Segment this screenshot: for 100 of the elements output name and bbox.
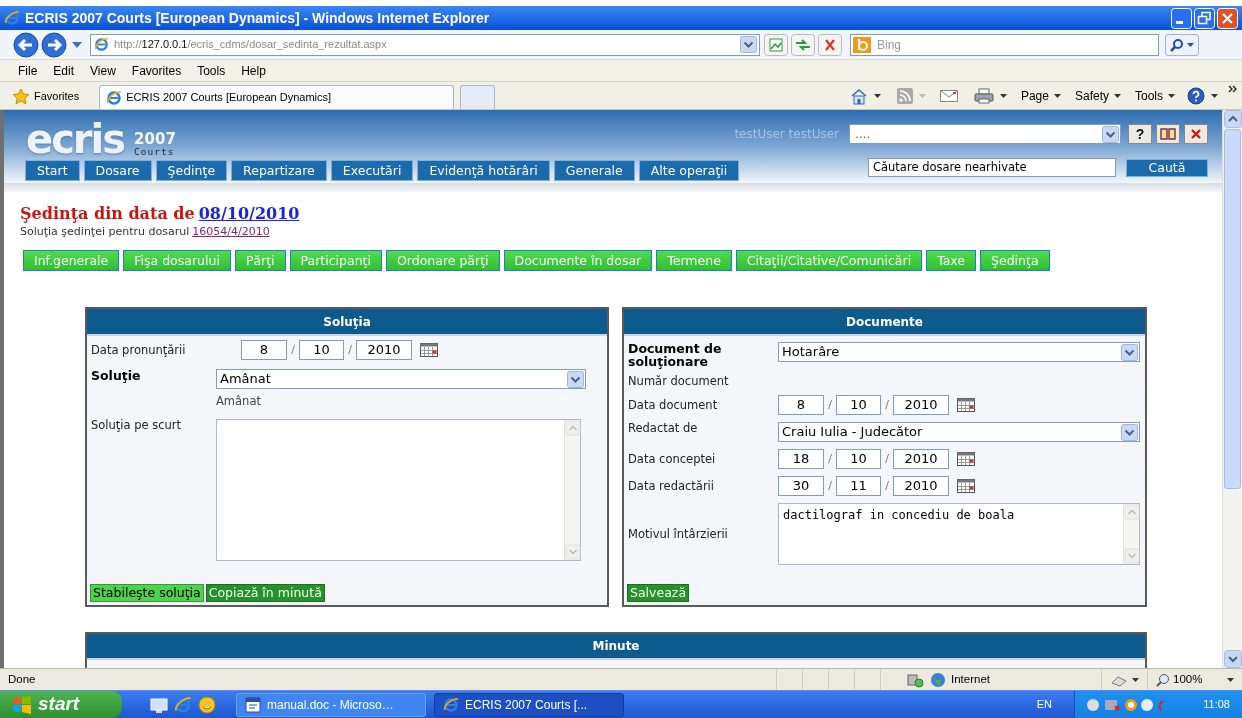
- compatibility-icon[interactable]: [764, 33, 788, 56]
- scroll-thumb[interactable]: [1224, 129, 1241, 489]
- stop-icon[interactable]: [818, 33, 842, 56]
- address-field[interactable]: http://127.0.0.1/ecris_cdms/dosar_sedinta_rezultat.aspx: [90, 33, 760, 56]
- chevron-down-icon[interactable]: [1121, 423, 1138, 441]
- chevron-down-icon[interactable]: [1121, 343, 1138, 361]
- command-button[interactable]: Tools: [1135, 87, 1175, 105]
- caret-icon[interactable]: [873, 94, 881, 98]
- zoom-icon: [1156, 672, 1170, 687]
- chevron-down-icon[interactable]: [567, 370, 584, 388]
- month-field[interactable]: 10: [836, 395, 881, 415]
- caret-icon[interactable]: [1114, 94, 1121, 98]
- scroll-down-icon[interactable]: [1223, 650, 1242, 668]
- browser-tab[interactable]: ECRIS 2007 Courts [European Dynamics]: [99, 85, 455, 109]
- search-field[interactable]: Căutare dosare nearhivate: [868, 158, 1116, 177]
- calendar-icon[interactable]: [957, 398, 975, 412]
- windows-flag-icon: [12, 695, 32, 714]
- calendar-icon[interactable]: [957, 479, 975, 493]
- nav-tab[interactable]: Generale: [553, 160, 635, 181]
- menu-item[interactable]: Tools: [189, 61, 234, 80]
- year-field[interactable]: 2010: [893, 476, 949, 496]
- double-chevron-icon[interactable]: [1228, 85, 1238, 93]
- language-indicator[interactable]: EN: [1036, 696, 1052, 713]
- action-button[interactable]: Salvează: [627, 584, 690, 602]
- year-field[interactable]: 2010: [893, 449, 949, 469]
- print-icon[interactable]: [973, 88, 994, 104]
- restore-icon[interactable]: [1194, 7, 1215, 29]
- mail-icon[interactable]: [939, 90, 958, 102]
- taskbar-button[interactable]: ECRIS 2007 Courts [...: [434, 692, 624, 717]
- day-field[interactable]: 30: [778, 476, 824, 496]
- field-label: Data pronunţării: [91, 343, 187, 357]
- globe-icon: [930, 671, 946, 688]
- day-field[interactable]: 18: [778, 449, 824, 469]
- desktop-icon[interactable]: [150, 695, 168, 714]
- month-field[interactable]: 10: [299, 340, 344, 360]
- refresh-icon[interactable]: [791, 33, 815, 56]
- caret-icon[interactable]: [1168, 94, 1175, 98]
- date-link[interactable]: 08/10/2010: [198, 202, 300, 226]
- command-button[interactable]: Safety: [1074, 87, 1121, 105]
- menu-item[interactable]: Edit: [45, 61, 83, 80]
- browser-icon[interactable]: [174, 695, 192, 714]
- taskbar-button[interactable]: manual.doc - Microso…: [236, 692, 426, 717]
- nav-tab[interactable]: Evidenţă hotărâri: [417, 160, 550, 181]
- select-field[interactable]: Craiu Iulia - Judecător: [778, 422, 1140, 442]
- case-link[interactable]: 16054/4/2010: [192, 223, 270, 241]
- field-label: Document de soluţionare: [628, 342, 723, 368]
- caret-icon[interactable]: [1053, 94, 1061, 98]
- field-label: Motivul întârzierii: [628, 527, 729, 541]
- caret-icon[interactable]: [1187, 42, 1194, 47]
- browser-icon: [4, 10, 20, 26]
- year-field[interactable]: 2010: [893, 395, 949, 415]
- day-field[interactable]: 8: [241, 340, 287, 360]
- month-field[interactable]: 10: [836, 449, 881, 469]
- action-button[interactable]: Stabileşte soluţia: [90, 584, 204, 602]
- search-button[interactable]: [1165, 33, 1199, 56]
- year-field[interactable]: 2010: [356, 340, 412, 360]
- browser-icon: [94, 37, 109, 52]
- browser-icon: [106, 89, 123, 106]
- logo-year: 2007: [134, 131, 176, 147]
- nav-tab[interactable]: Dosare: [83, 160, 152, 181]
- help-icon[interactable]: [1187, 87, 1205, 105]
- scroll-up-icon[interactable]: [1223, 110, 1242, 128]
- chevron-down-icon[interactable]: [1102, 125, 1119, 143]
- caret-icon[interactable]: [999, 94, 1007, 98]
- scrollbar[interactable]: [1222, 110, 1242, 668]
- nav-tab[interactable]: Repartizare: [231, 160, 327, 181]
- menu-item[interactable]: Help: [233, 61, 274, 80]
- field-label: Soluţie: [91, 369, 142, 382]
- nav-tab[interactable]: Executări: [330, 160, 414, 181]
- caret-icon[interactable]: [1132, 677, 1139, 682]
- nav-tab[interactable]: Start: [25, 160, 80, 181]
- chevron-down-icon[interactable]: [740, 36, 757, 53]
- help-button[interactable]: ?: [1128, 124, 1152, 144]
- nav-tab[interactable]: Şedinţe: [155, 160, 228, 181]
- caret-icon[interactable]: [1227, 677, 1234, 682]
- calendar-icon[interactable]: [420, 343, 438, 357]
- select-field[interactable]: Hotarâre: [778, 342, 1140, 362]
- select-field[interactable]: Amânat: [216, 369, 586, 389]
- search-button[interactable]: Caută: [1126, 158, 1208, 177]
- home-icon[interactable]: [849, 87, 868, 105]
- nav-tab[interactable]: Alte operaţii: [638, 160, 740, 181]
- action-button[interactable]: Copiază în minută: [205, 584, 325, 602]
- court-select[interactable]: ....: [849, 124, 1121, 144]
- forward-icon[interactable]: [40, 31, 68, 58]
- book-icon[interactable]: [1156, 124, 1180, 144]
- back-icon[interactable]: [12, 31, 40, 58]
- minimize-icon[interactable]: [1171, 7, 1192, 29]
- smiley-icon[interactable]: [198, 695, 216, 714]
- menu-item[interactable]: File: [10, 61, 46, 80]
- calendar-icon[interactable]: [957, 452, 975, 466]
- menu-item[interactable]: View: [82, 61, 124, 80]
- favorites-button[interactable]: Favorites: [12, 83, 80, 109]
- menu-item[interactable]: Favorites: [123, 61, 190, 80]
- day-field[interactable]: 8: [778, 395, 824, 415]
- document-icon: [245, 696, 261, 713]
- caret-icon[interactable]: [1211, 94, 1218, 98]
- month-field[interactable]: 11: [836, 476, 881, 496]
- command-button[interactable]: Page: [1020, 87, 1061, 105]
- close-icon[interactable]: [1184, 124, 1208, 144]
- star-icon: [12, 87, 30, 105]
